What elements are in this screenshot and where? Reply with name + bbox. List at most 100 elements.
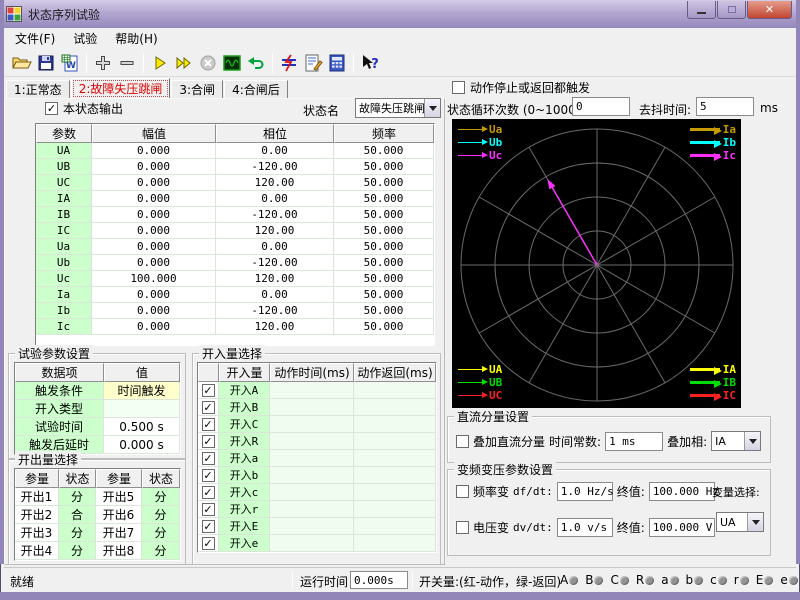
phase-cell[interactable]: 120.00: [216, 223, 334, 239]
frequency-cell[interactable]: 50.000: [334, 223, 434, 239]
dvdt-input[interactable]: 1.0 v/s: [557, 518, 613, 537]
input-checkbox[interactable]: ✓: [198, 518, 219, 535]
input-checkbox[interactable]: ✓: [198, 382, 219, 399]
output-state-cell[interactable]: 分: [142, 488, 180, 506]
amplitude-cell[interactable]: 100.000: [92, 271, 216, 287]
maximize-button[interactable]: [717, 1, 746, 19]
frequency-cell[interactable]: 50.000: [334, 175, 434, 191]
stop-trigger-checkbox[interactable]: ✓ 动作停止或返回都触发: [452, 79, 590, 96]
minimize-button[interactable]: [687, 1, 716, 19]
param-value-cell[interactable]: [104, 400, 180, 418]
amplitude-cell[interactable]: 0.000: [92, 223, 216, 239]
frequency-cell[interactable]: 50.000: [334, 303, 434, 319]
tab-state-2[interactable]: 2:故障失压跳闸: [71, 78, 171, 99]
phase-cell[interactable]: -120.00: [216, 255, 334, 271]
amplitude-cell[interactable]: 0.000: [92, 303, 216, 319]
fast-forward-icon[interactable]: [172, 51, 196, 75]
menu-item[interactable]: 试验: [64, 28, 106, 49]
output-state-cell[interactable]: 分: [142, 542, 180, 560]
output-state-cell[interactable]: 分: [142, 506, 180, 524]
save-icon[interactable]: [34, 51, 58, 75]
input-checkbox[interactable]: ✓: [198, 501, 219, 518]
frequency-cell[interactable]: 50.000: [334, 207, 434, 223]
remove-icon[interactable]: [115, 51, 139, 75]
chevron-down-icon[interactable]: [424, 99, 440, 117]
calculator-icon[interactable]: [325, 51, 349, 75]
frequency-cell[interactable]: 50.000: [334, 287, 434, 303]
chevron-down-icon[interactable]: [744, 432, 760, 450]
dc-phase-select[interactable]: IA: [711, 431, 761, 451]
output-state-cell[interactable]: 分: [59, 542, 96, 560]
amplitude-cell[interactable]: 0.000: [92, 207, 216, 223]
freq-change-checkbox[interactable]: ✓: [456, 485, 469, 498]
frequency-cell[interactable]: 50.000: [334, 191, 434, 207]
frequency-cell[interactable]: 50.000: [334, 255, 434, 271]
input-checkbox[interactable]: ✓: [198, 433, 219, 450]
param-value-cell[interactable]: 0.000 s: [104, 436, 180, 454]
tab-state-3[interactable]: 3:合闸: [171, 80, 223, 99]
output-state-cell[interactable]: 分: [59, 488, 96, 506]
chevron-down-icon[interactable]: [747, 513, 763, 531]
undo-icon[interactable]: [244, 51, 268, 75]
amplitude-cell[interactable]: 0.000: [92, 319, 216, 335]
phase-cell[interactable]: 0.00: [216, 191, 334, 207]
variable-select[interactable]: UA: [716, 512, 764, 532]
amplitude-cell[interactable]: 0.000: [92, 239, 216, 255]
output-state-cell[interactable]: 分: [59, 524, 96, 542]
amplitude-cell[interactable]: 0.000: [92, 143, 216, 159]
close-button[interactable]: ✕: [747, 1, 792, 19]
volt-end-input[interactable]: 100.000 V: [649, 518, 715, 537]
menu-item[interactable]: 帮助(H): [106, 28, 166, 49]
frequency-cell[interactable]: 50.000: [334, 143, 434, 159]
param-value-cell[interactable]: 时间触发: [104, 382, 180, 400]
phase-cell[interactable]: -120.00: [216, 207, 334, 223]
state-name-select[interactable]: 故障失压跳闸: [355, 98, 441, 118]
state-output-checkbox[interactable]: ✓ 本状态输出: [45, 100, 123, 117]
phase-cell[interactable]: -120.00: [216, 303, 334, 319]
input-checkbox[interactable]: ✓: [198, 399, 219, 416]
dc-superpose-checkbox[interactable]: ✓: [456, 435, 469, 448]
input-checkbox[interactable]: ✓: [198, 535, 219, 552]
help-icon[interactable]: ?: [358, 51, 382, 75]
phase-cell[interactable]: 120.00: [216, 271, 334, 287]
frequency-cell[interactable]: 50.000: [334, 239, 434, 255]
stop-icon[interactable]: [196, 51, 220, 75]
start-icon[interactable]: [148, 51, 172, 75]
phase-cell[interactable]: 0.00: [216, 239, 334, 255]
phase-cell[interactable]: 0.00: [216, 287, 334, 303]
tab-state-1[interactable]: 1:正常态: [6, 80, 70, 99]
phase-cell[interactable]: 0.00: [216, 143, 334, 159]
phase-cell[interactable]: 120.00: [216, 175, 334, 191]
amplitude-cell[interactable]: 0.000: [92, 159, 216, 175]
report-icon[interactable]: [301, 51, 325, 75]
amplitude-cell[interactable]: 0.000: [92, 191, 216, 207]
waveform-icon[interactable]: [220, 51, 244, 75]
frequency-cell[interactable]: 50.000: [334, 271, 434, 287]
open-icon[interactable]: [10, 51, 34, 75]
debounce-input[interactable]: 5: [696, 97, 754, 116]
input-checkbox[interactable]: ✓: [198, 484, 219, 501]
param-value-cell[interactable]: 0.500 s: [104, 418, 180, 436]
dc-tc-input[interactable]: 1 ms: [605, 432, 663, 451]
frequency-cell[interactable]: 50.000: [334, 319, 434, 335]
output-state-cell[interactable]: 分: [142, 524, 180, 542]
tab-state-4[interactable]: 4:合闸后: [224, 80, 288, 99]
input-checkbox[interactable]: ✓: [198, 467, 219, 484]
amplitude-cell[interactable]: 0.000: [92, 255, 216, 271]
menu-item[interactable]: 文件(F): [6, 28, 64, 49]
loop-count-input[interactable]: 0: [572, 97, 630, 116]
volt-change-checkbox[interactable]: ✓: [456, 521, 469, 534]
freq-end-input[interactable]: 100.000 Hz: [649, 482, 715, 501]
phase-cell[interactable]: -120.00: [216, 159, 334, 175]
input-checkbox[interactable]: ✓: [198, 416, 219, 433]
phase-cell[interactable]: 120.00: [216, 319, 334, 335]
phasor-icon[interactable]: [277, 51, 301, 75]
amplitude-cell[interactable]: 0.000: [92, 287, 216, 303]
output-state-cell[interactable]: 合: [59, 506, 96, 524]
amplitude-cell[interactable]: 0.000: [92, 175, 216, 191]
export-word-icon[interactable]: W: [58, 51, 82, 75]
frequency-cell[interactable]: 50.000: [334, 159, 434, 175]
input-checkbox[interactable]: ✓: [198, 450, 219, 467]
dfdt-input[interactable]: 1.0 Hz/s: [557, 482, 613, 501]
add-icon[interactable]: [91, 51, 115, 75]
